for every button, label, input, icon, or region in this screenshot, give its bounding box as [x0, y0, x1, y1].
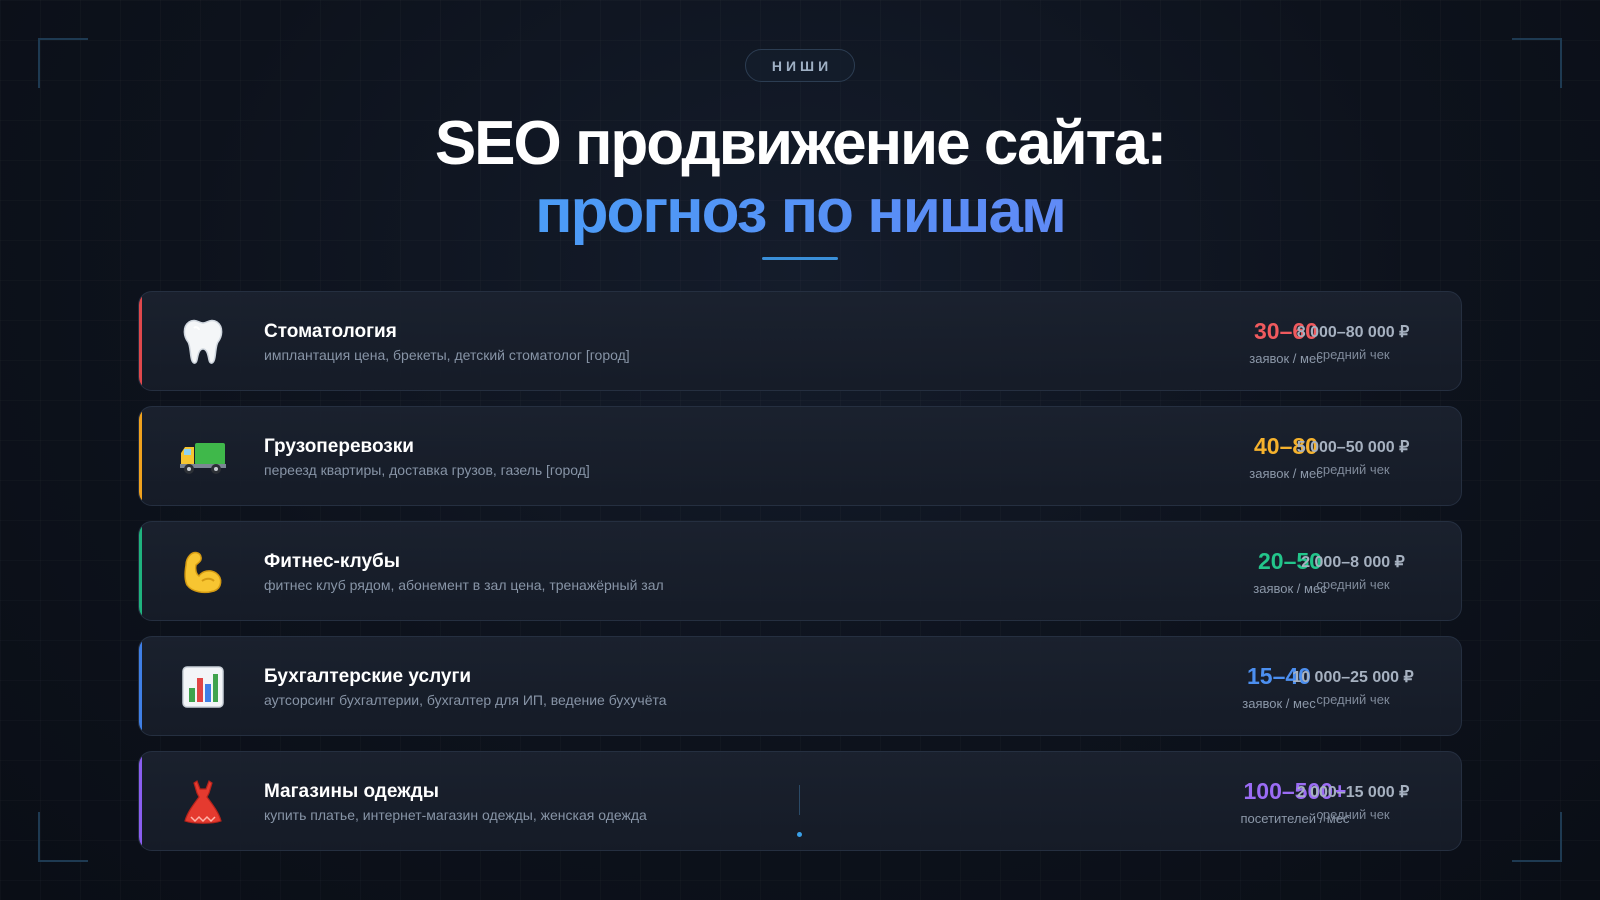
niche-keywords: переезд квартиры, доставка грузов, газел… [264, 462, 590, 478]
niche-keywords: аутсорсинг бухгалтерии, бухгалтер для ИП… [264, 692, 667, 708]
row-accent [139, 637, 142, 735]
corner-decoration [1512, 38, 1562, 88]
niche-name: Фитнес-клубы [264, 551, 400, 572]
niche-name: Бухгалтерские услуги [264, 666, 472, 687]
check-label: средний чек [1316, 347, 1390, 362]
check-value: 10 000–25 000 ₽ [1292, 669, 1414, 686]
row-accent [139, 752, 142, 850]
niche-row-freight: Грузоперевозки переезд квартиры, доставк… [138, 406, 1462, 506]
section-badge: НИШИ [745, 49, 855, 82]
row-accent [139, 292, 142, 390]
page-subtitle: прогноз по нишам [0, 176, 1600, 247]
row-accent [139, 522, 142, 620]
page-title: SEO продвижение сайта: [434, 109, 1167, 178]
niche-name: Стоматология [264, 321, 397, 342]
check-label: средний чек [1316, 692, 1390, 707]
row-accent [139, 407, 142, 505]
check-value: 2 000–8 000 ₽ [1301, 554, 1405, 571]
corner-decoration [38, 38, 88, 88]
average-check: 10 000–25 000 ₽ средний чек [1273, 667, 1433, 707]
truck-icon [177, 431, 229, 483]
average-check: 2 000–8 000 ₽ средний чек [1273, 552, 1433, 592]
niche-keywords: фитнес клуб рядом, абонемент в зал цена,… [264, 577, 664, 593]
corner-decoration [38, 812, 88, 862]
flexed-biceps-icon [177, 546, 229, 598]
niche-row-fitness: Фитнес-клубы фитнес клуб рядом, абонемен… [138, 521, 1462, 621]
average-check: 5 000–50 000 ₽ средний чек [1273, 437, 1433, 477]
check-label: средний чек [1316, 577, 1390, 592]
average-check: 8 000–80 000 ₽ средний чек [1273, 322, 1433, 362]
niche-row-dentistry: Стоматология имплантация цена, брекеты, … [138, 291, 1462, 391]
dress-icon [177, 776, 229, 828]
average-check: 2 000–15 000 ₽ средний чек [1273, 782, 1433, 822]
niche-row-accounting: Бухгалтерские услуги аутсорсинг бухгалте… [138, 636, 1462, 736]
check-label: средний чек [1316, 807, 1390, 822]
niche-keywords: имплантация цена, брекеты, детский стома… [264, 347, 630, 363]
check-label: средний чек [1316, 462, 1390, 477]
bar-chart-icon [177, 661, 229, 713]
niches-list: Стоматология имплантация цена, брекеты, … [138, 291, 1462, 866]
corner-decoration [1512, 812, 1562, 862]
check-value: 5 000–50 000 ₽ [1296, 439, 1410, 456]
check-value: 8 000–80 000 ₽ [1296, 324, 1410, 341]
title-underline [762, 257, 838, 260]
scroll-indicator-dot [797, 832, 802, 837]
check-value: 2 000–15 000 ₽ [1296, 784, 1410, 801]
niche-name: Магазины одежды [264, 781, 439, 802]
niche-name: Грузоперевозки [264, 436, 414, 457]
tooth-icon [177, 316, 229, 368]
niche-keywords: купить платье, интернет-магазин одежды, … [264, 807, 647, 823]
scroll-indicator-line [799, 785, 800, 815]
